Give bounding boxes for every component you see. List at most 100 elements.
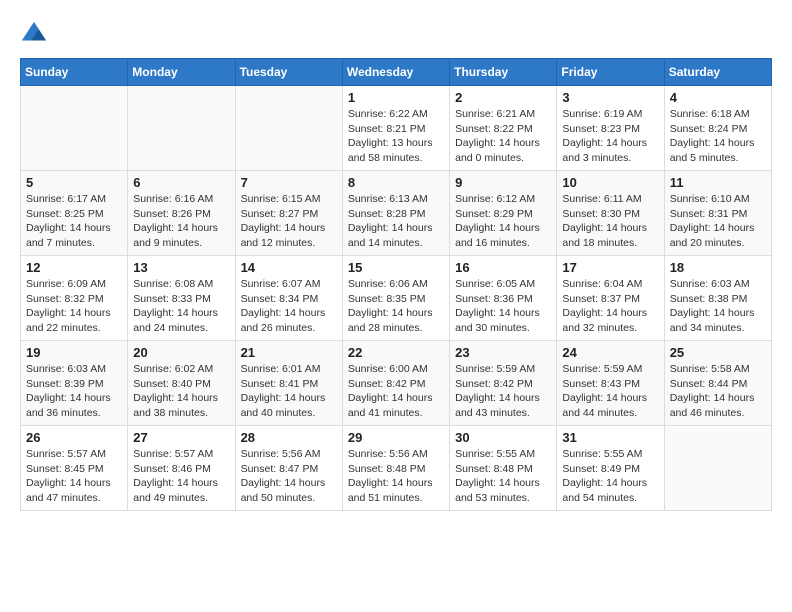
calendar-cell — [235, 86, 342, 171]
calendar-cell: 19 Sunrise: 6:03 AM Sunset: 8:39 PM Dayligh… — [21, 341, 128, 426]
weekday-header: Sunday — [21, 59, 128, 86]
day-info: Sunrise: 5:56 AMSunset: 8:47 PMDaylight:… — [241, 447, 337, 506]
sunrise-text: Sunrise: 6:17 AM — [26, 193, 106, 205]
sunrise-text: Sunrise: 6:15 AM — [241, 193, 321, 205]
day-info: Sunrise: 5:57 AMSunset: 8:45 PMDaylight:… — [26, 447, 122, 506]
sunset-text: Sunset: 8:38 PM — [670, 293, 748, 305]
day-info: Sunrise: 5:57 AMSunset: 8:46 PMDaylight:… — [133, 447, 229, 506]
sunrise-text: Sunrise: 5:57 AM — [133, 448, 213, 460]
day-info: Sunrise: 6:02 AMSunset: 8:40 PMDaylight:… — [133, 362, 229, 421]
sunset-text: Sunset: 8:30 PM — [562, 208, 640, 220]
calendar-cell — [21, 86, 128, 171]
sunrise-text: Sunrise: 6:09 AM — [26, 278, 106, 290]
sunrise-text: Sunrise: 5:56 AM — [348, 448, 428, 460]
calendar-cell: 25Sunrise: 5:58 AMSunset: 8:44 PMDayligh… — [664, 341, 771, 426]
sunrise-text: Sunrise: 6:22 AM — [348, 108, 428, 120]
daylight-text: Daylight: 14 hours and 12 minutes. — [241, 222, 326, 249]
day-info: Sunrise: 6:07 AMSunset: 8:34 PMDaylight:… — [241, 277, 337, 336]
sunset-text: Sunset: 8:35 PM — [348, 293, 426, 305]
day-info: Sunrise: 6:11 AMSunset: 8:30 PMDaylight:… — [562, 192, 658, 251]
day-number: 18 — [670, 260, 766, 275]
day-info: Sunrise: 6:03 AMSunset: 8:38 PMDaylight:… — [670, 277, 766, 336]
daylight-text: Daylight: 14 hours and 34 minutes. — [670, 307, 755, 334]
day-number: 10 — [562, 175, 658, 190]
calendar-cell — [128, 86, 235, 171]
sunset-text: Sunset: 8:46 PM — [133, 463, 211, 475]
day-info: Sunrise: 5:55 AMSunset: 8:48 PMDaylight:… — [455, 447, 551, 506]
sunrise-text: Sunrise: 5:59 AM — [455, 363, 535, 375]
sunrise-text: Sunrise: 6:01 AM — [241, 363, 321, 375]
sunset-text: Sunset: 8:22 PM — [455, 123, 533, 135]
sunset-text: Sunset: 8:42 PM — [348, 378, 426, 390]
calendar-cell: 7 Sunrise: 6:15 AM Sunset: 8:27 PM Daylight… — [235, 171, 342, 256]
calendar-cell: 26Sunrise: 5:57 AMSunset: 8:45 PMDayligh… — [21, 426, 128, 511]
sunset-text: Sunset: 8:27 PM — [241, 208, 319, 220]
sunset-text: Sunset: 8:34 PM — [241, 293, 319, 305]
daylight-text: Daylight: 14 hours and 36 minutes. — [26, 392, 111, 419]
daylight-text: Daylight: 14 hours and 7 minutes. — [26, 222, 111, 249]
calendar-cell: 16 Sunrise: 6:05 AMSunset: 8:36 PMDayligh… — [450, 256, 557, 341]
calendar-cell: 17Sunrise: 6:04 AMSunset: 8:37 PMDayligh… — [557, 256, 664, 341]
sunrise-text: Sunrise: 6:21 AM — [455, 108, 535, 120]
day-number: 6 — [133, 175, 229, 190]
sunset-text: Sunset: 8:39 PM — [26, 378, 104, 390]
daylight-text: Daylight: 14 hours and 44 minutes. — [562, 392, 647, 419]
daylight-text: Daylight: 14 hours and 32 minutes. — [562, 307, 647, 334]
day-number: 2 — [455, 90, 551, 105]
calendar-cell: 10 Sunrise: 6:11 AMSunset: 8:30 PMDayligh… — [557, 171, 664, 256]
weekday-header: Wednesday — [342, 59, 449, 86]
daylight-text: Daylight: 14 hours and 54 minutes. — [562, 477, 647, 504]
day-info: Sunrise: 6:06 AMSunset: 8:35 PMDaylight:… — [348, 277, 444, 336]
daylight-text: Daylight: 14 hours and 47 minutes. — [26, 477, 111, 504]
sunrise-text: Sunrise: 5:55 AM — [455, 448, 535, 460]
calendar-week-row: 26Sunrise: 5:57 AMSunset: 8:45 PMDayligh… — [21, 426, 772, 511]
sunset-text: Sunset: 8:33 PM — [133, 293, 211, 305]
sunrise-text: Sunrise: 6:07 AM — [241, 278, 321, 290]
calendar-cell: 9Sunrise: 6:12 AMSunset: 8:29 PMDaylight… — [450, 171, 557, 256]
daylight-text: Daylight: 14 hours and 51 minutes. — [348, 477, 433, 504]
day-number: 16 — [455, 260, 551, 275]
sunset-text: Sunset: 8:31 PM — [670, 208, 748, 220]
calendar-cell: 2Sunrise: 6:21 AMSunset: 8:22 PMDaylight… — [450, 86, 557, 171]
day-info: Sunrise: 6:15 AM Sunset: 8:27 PM Daylight:… — [241, 192, 337, 251]
day-info: Sunrise: 6:04 AMSunset: 8:37 PMDaylight:… — [562, 277, 658, 336]
sunrise-text: Sunrise: 6:03 AM — [26, 363, 106, 375]
sunrise-text: Sunrise: 6:00 AM — [348, 363, 428, 375]
calendar-cell: 8Sunrise: 6:13 AMSunset: 8:28 PMDaylight… — [342, 171, 449, 256]
sunrise-text: Sunrise: 6:12 AM — [455, 193, 535, 205]
weekday-header: Tuesday — [235, 59, 342, 86]
daylight-text: Daylight: 14 hours and 22 minutes. — [26, 307, 111, 334]
day-number: 28 — [241, 430, 337, 445]
page-header — [20, 20, 772, 48]
sunset-text: Sunset: 8:48 PM — [348, 463, 426, 475]
sunrise-text: Sunrise: 5:57 AM — [26, 448, 106, 460]
day-info: Sunrise: 6:05 AMSunset: 8:36 PMDaylight:… — [455, 277, 551, 336]
sunset-text: Sunset: 8:26 PM — [133, 208, 211, 220]
sunset-text: Sunset: 8:25 PM — [26, 208, 104, 220]
calendar-cell: 4Sunrise: 6:18 AMSunset: 8:24 PMDaylight… — [664, 86, 771, 171]
calendar-week-row: 12Sunrise: 6:09 AMSunset: 8:32 PMDayligh… — [21, 256, 772, 341]
day-number: 21 — [241, 345, 337, 360]
day-number: 24 — [562, 345, 658, 360]
day-number: 14 — [241, 260, 337, 275]
day-number: 1 — [348, 90, 444, 105]
calendar-cell: 3Sunrise: 6:19 AMSunset: 8:23 PMDaylight… — [557, 86, 664, 171]
sunset-text: Sunset: 8:32 PM — [26, 293, 104, 305]
day-number: 7 — [241, 175, 337, 190]
daylight-text: Daylight: 14 hours and 53 minutes. — [455, 477, 540, 504]
day-info: Sunrise: 6:21 AMSunset: 8:22 PMDaylight:… — [455, 107, 551, 166]
daylight-text: Daylight: 14 hours and 5 minutes. — [670, 137, 755, 164]
day-number: 9 — [455, 175, 551, 190]
sunset-text: Sunset: 8:24 PM — [670, 123, 748, 135]
day-info: Sunrise: 6:16 AMSunset: 8:26 PMDaylight:… — [133, 192, 229, 251]
day-info: Sunrise: 5:59 AMSunset: 8:43 PMDaylight:… — [562, 362, 658, 421]
daylight-text: Daylight: 14 hours and 14 minutes. — [348, 222, 433, 249]
daylight-text: Daylight: 14 hours and 18 minutes. — [562, 222, 647, 249]
sunrise-text: Sunrise: 6:10 AM — [670, 193, 750, 205]
day-number: 19 — [26, 345, 122, 360]
sunrise-text: Sunrise: 6:18 AM — [670, 108, 750, 120]
sunset-text: Sunset: 8:42 PM — [455, 378, 533, 390]
sunset-text: Sunset: 8:40 PM — [133, 378, 211, 390]
day-info: Sunrise: 6:17 AM Sunset: 8:25 PM Daylight:… — [26, 192, 122, 251]
sunrise-text: Sunrise: 6:16 AM — [133, 193, 213, 205]
